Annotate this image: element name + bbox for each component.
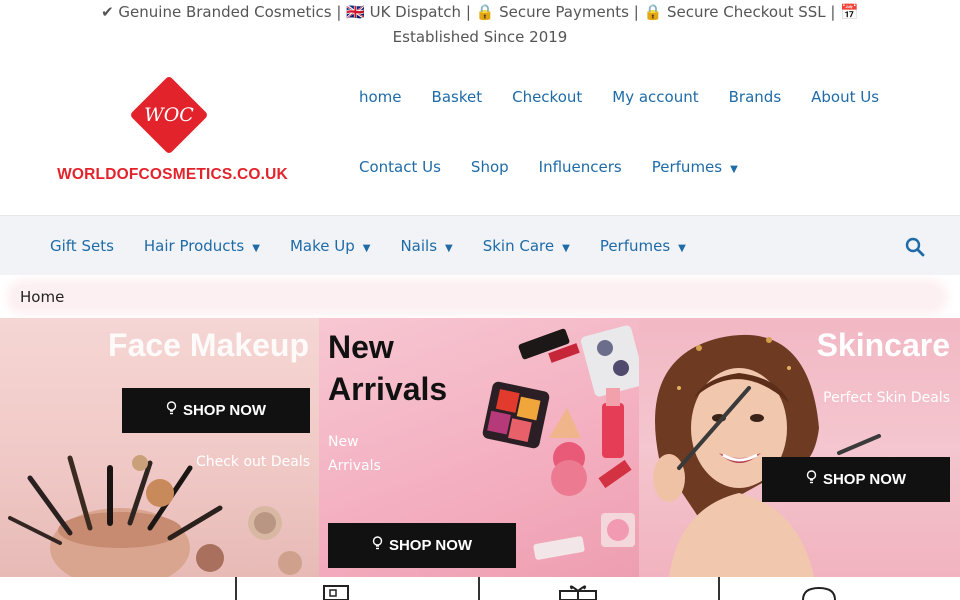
chevron-down-icon: ▼	[730, 164, 738, 175]
feature-divider	[235, 577, 237, 600]
category-skin-care-label: Skin Care	[482, 237, 555, 255]
delivery-icon	[323, 585, 349, 600]
nav-about-us[interactable]: About Us	[796, 82, 894, 112]
nav-perfumes-label: Perfumes	[651, 158, 723, 176]
category-skin-care[interactable]: Skin Care ▼	[468, 231, 585, 261]
nav-shop[interactable]: Shop	[456, 152, 524, 182]
breadcrumb-background	[12, 285, 942, 309]
banner-subtext: New Arrivals	[328, 434, 381, 474]
announcement-text: ✔ Genuine Branded Cosmetics | 🇬🇧 UK Disp…	[101, 3, 859, 46]
logo-text: WORLDOFCOSMETICS.CO.UK	[57, 166, 288, 183]
nav-home[interactable]: home	[344, 82, 417, 112]
category-perfumes-label: Perfumes	[599, 237, 671, 255]
search-icon[interactable]	[902, 234, 928, 260]
breadcrumb: Home	[20, 288, 65, 306]
shop-now-label: SHOP NOW	[182, 402, 267, 419]
banner-headline: Face Makeup	[108, 327, 309, 363]
category-nails-label: Nails	[400, 237, 438, 255]
category-nails[interactable]: Nails ▼	[385, 231, 467, 261]
announcement-bar: ✔ Genuine Branded Cosmetics | 🇬🇧 UK Disp…	[0, 0, 960, 50]
lightbulb-icon	[166, 401, 177, 420]
nav-influencers[interactable]: Influencers	[524, 152, 637, 182]
feature-divider	[478, 577, 480, 600]
banner-subtext: Perfect Skin Deals	[823, 390, 950, 406]
banner-headline: New Arrivals	[328, 329, 448, 407]
nav-basket[interactable]: Basket	[417, 82, 498, 112]
category-make-up[interactable]: Make Up ▼	[275, 231, 386, 261]
lightbulb-icon	[806, 470, 817, 489]
logo-mark: WOC	[144, 104, 194, 126]
chevron-down-icon: ▼	[678, 243, 686, 254]
promo-banners: Face Makeup SHOP NOW Check out Deals New…	[0, 318, 960, 577]
chevron-down-icon: ▼	[562, 243, 570, 254]
feature-divider	[718, 577, 720, 600]
support-icon	[802, 586, 836, 600]
shop-now-label: SHOP NOW	[388, 537, 473, 554]
site-header: WOC WORLDOFCOSMETICS.CO.UK home Basket C…	[0, 50, 960, 215]
features-strip	[0, 577, 960, 600]
chevron-down-icon: ▼	[362, 243, 371, 254]
banner-headline: Skincare	[816, 327, 950, 363]
shop-now-button[interactable]: SHOP NOW	[762, 457, 950, 502]
nav-brands[interactable]: Brands	[714, 82, 797, 112]
nav-my-account[interactable]: My account	[597, 82, 713, 112]
category-perfumes[interactable]: Perfumes ▼	[585, 231, 701, 261]
category-hair-products-label: Hair Products	[143, 237, 245, 255]
category-bar: Gift Sets Hair Products ▼ Make Up ▼ Nails ▼…	[0, 215, 960, 275]
banner-subtext: Check out Deals	[195, 454, 310, 470]
lightbulb-icon	[372, 536, 383, 555]
shop-now-label: SHOP NOW	[822, 471, 907, 488]
breadcrumb-bar: Home	[0, 276, 960, 317]
nav-perfumes[interactable]: Perfumes ▼	[637, 152, 753, 182]
category-hair-products[interactable]: Hair Products ▼	[129, 231, 275, 261]
gift-icon	[559, 585, 597, 600]
shop-now-button[interactable]: SHOP NOW	[122, 388, 310, 433]
primary-nav: home Basket Checkout My account Brands A…	[344, 50, 944, 215]
chevron-down-icon: ▼	[252, 243, 260, 254]
category-make-up-label: Make Up	[289, 237, 355, 255]
banner-new-arrivals[interactable]: New Arrivals New Arrivals SHOP NOW	[319, 318, 639, 577]
shop-now-button[interactable]: SHOP NOW	[328, 523, 516, 568]
site-logo[interactable]: WOC WORLDOFCOSMETICS.CO.UK	[50, 75, 295, 190]
banner-face-makeup[interactable]: Face Makeup SHOP NOW Check out Deals	[0, 318, 319, 577]
category-gift-sets[interactable]: Gift Sets	[35, 231, 129, 261]
banner-skincare[interactable]: Skincare Perfect Skin Deals SHOP NOW	[639, 318, 960, 577]
chevron-down-icon: ▼	[445, 243, 453, 254]
nav-checkout[interactable]: Checkout	[497, 82, 597, 112]
nav-contact-us[interactable]: Contact Us	[344, 152, 456, 182]
